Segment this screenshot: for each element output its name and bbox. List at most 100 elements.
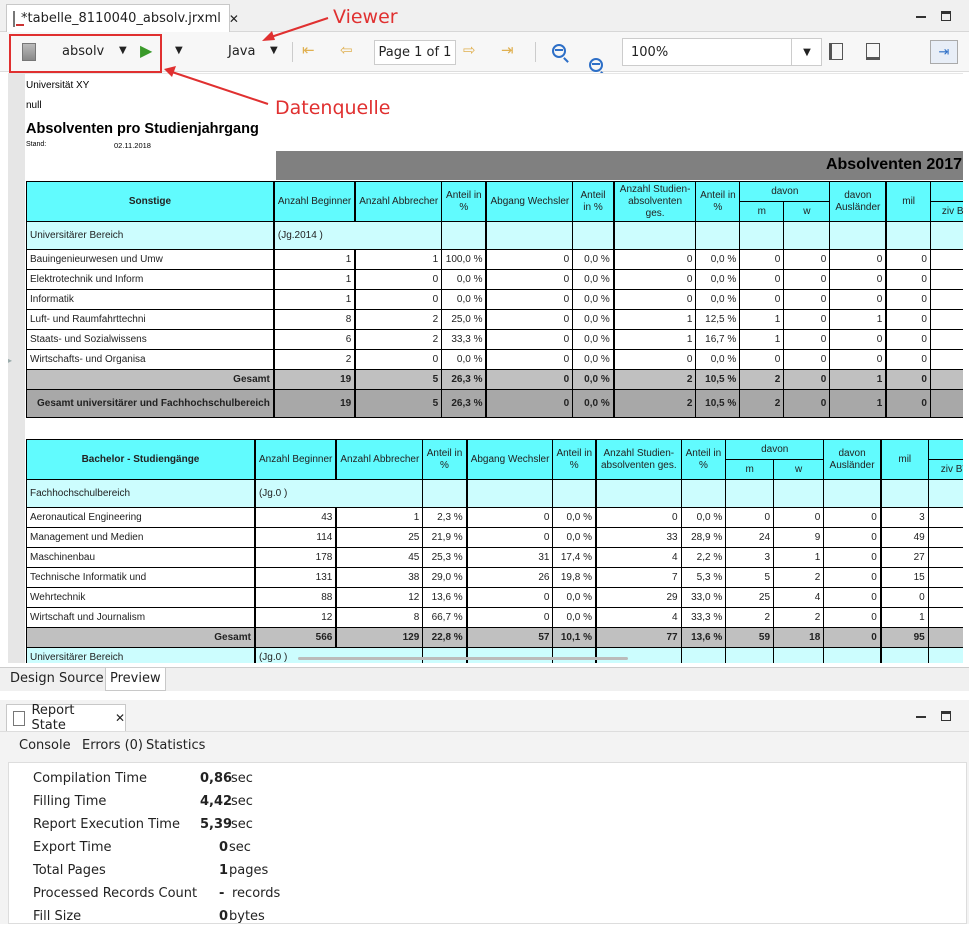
row-cell: 0,0 % (695, 269, 741, 290)
row-cell: 2 (773, 607, 825, 628)
tab-source[interactable]: Source (55, 668, 108, 691)
close-icon[interactable]: ✕ (115, 711, 125, 725)
row-cell: 0 (823, 587, 882, 608)
row-cell: 9 (773, 527, 825, 548)
grand-total-cell: 0,0 % (572, 389, 615, 418)
row-cell: 0 (823, 607, 882, 628)
table-row: Elektrotechnik und Inform 1 0 0,0 % 0 0,0 % 0 0… (25, 269, 963, 290)
row-cell: 0,0 % (572, 289, 615, 310)
header-anteil-3: Anteil in % (695, 181, 741, 222)
row-cell: 3 (725, 547, 775, 568)
row-cell: 4 (773, 587, 825, 608)
row-cell: 33 (595, 527, 682, 548)
table-row: Technische Informatik und 131 38 29,0 % 26 19… (25, 567, 963, 588)
tab-errors[interactable]: Errors (0) (82, 738, 143, 753)
report-state-panel: Report State ✕ Console Errors (0) Statis… (0, 700, 969, 924)
statistics-body: Compilation Time 0,86 sec Filling Time 4,42 s… (8, 762, 967, 924)
row-cell: 131 (253, 567, 337, 588)
row-cell: 178 (253, 547, 337, 568)
header-blank (929, 181, 963, 202)
total-cell: 0 (929, 369, 963, 390)
total-cell: 22,8 % (422, 627, 468, 648)
row-cell: 43 (253, 507, 337, 528)
grand-total-cell: 1 (829, 389, 887, 418)
viewer-arrow (267, 17, 329, 39)
header-section-label: Sonstige (25, 181, 275, 222)
row-cell: 0 (485, 249, 574, 270)
row-cell: 7 (595, 567, 682, 588)
row-cell: 1 (335, 507, 424, 528)
stat-label: Total Pages (33, 863, 106, 878)
row-name: Wirtschaft und Journalism (25, 607, 256, 628)
grand-total-cell: 0 (929, 389, 963, 418)
stat-row: Compilation Time 0,86 sec (33, 767, 433, 790)
report-state-title: Report State (31, 703, 75, 733)
stat-unit: bytes (229, 909, 265, 924)
row-cell: 0 (829, 349, 887, 370)
total-cell: 566 (253, 627, 337, 648)
row-cell: 0,0 % (441, 349, 487, 370)
row-cell: 25,3 % (422, 547, 468, 568)
row-name: Management und Medien (25, 527, 256, 548)
report-preview[interactable]: ▸ Universität XY null Absolventen pro St… (8, 73, 963, 663)
row-cell: 6 (272, 329, 356, 350)
row-cell: 0 (465, 507, 554, 528)
row-cell: 0 (929, 249, 963, 270)
row-cell: 2,3 % (422, 507, 468, 528)
row-name: Informatik (25, 289, 275, 310)
header-anzahl-beginner: Anzahl Beginner (272, 181, 356, 222)
minimize-icon[interactable] (915, 709, 927, 721)
stat-row: Report Execution Time 5,39 sec (33, 813, 433, 836)
row-cell: 29 (595, 587, 682, 608)
row-cell: 0 (739, 349, 785, 370)
row-name: Luft- und Raumfahrttechni (25, 309, 275, 330)
tab-statistics[interactable]: Statistics (146, 738, 205, 753)
row-name: Staats- und Sozialwissens (25, 329, 275, 350)
header-section-label: Bachelor - Studiengänge (25, 439, 256, 480)
row-cell: 3 (879, 507, 929, 528)
row-cell: 25 (725, 587, 775, 608)
tab-console[interactable]: Console (19, 738, 71, 753)
stat-row: Fill Size 0 bytes (33, 905, 433, 928)
row-cell: 0 (927, 547, 963, 568)
row-cell: 0,0 % (572, 249, 615, 270)
row-cell: 0 (929, 329, 963, 350)
row-cell: 33,3 % (680, 607, 727, 628)
header-blank (927, 439, 963, 460)
header-davon: davon (739, 181, 831, 202)
row-name: Bauingenieurwesen und Umw (25, 249, 275, 270)
horizontal-scrollbar[interactable] (298, 657, 628, 660)
stat-row: Total Pages 1 pages (33, 859, 433, 882)
row-cell: 0 (465, 527, 554, 548)
row-cell: 0 (829, 269, 887, 290)
row-cell: 4 (595, 607, 682, 628)
row-cell: 0 (354, 349, 443, 370)
header-mil: mil (885, 181, 931, 222)
subsection-jg: (Jg.0 ) (253, 479, 424, 508)
row-cell: 0 (927, 527, 963, 548)
stat-value: 0 (219, 840, 229, 855)
tab-preview[interactable]: Preview (105, 668, 166, 691)
row-cell: 8 (335, 607, 424, 628)
header-anzahl-beginner: Anzahl Beginner (253, 439, 337, 480)
row-cell: 19,8 % (552, 567, 597, 588)
tab-design[interactable]: Design (6, 668, 59, 691)
row-cell: 4 (595, 547, 682, 568)
table-row: Management und Medien 114 25 21,9 % 0 0,0 % 33… (25, 527, 963, 548)
header-davon-auslaender: davon Ausländer (823, 439, 882, 480)
stat-unit: sec (231, 794, 253, 809)
row-cell: 21,9 % (422, 527, 468, 548)
header-abgang-wechsler: Abgang Wechsler (465, 439, 554, 480)
maximize-icon[interactable] (940, 710, 952, 722)
subsection-label: Universitärer Bereich (25, 221, 275, 250)
stat-value: - (219, 886, 225, 901)
report-stand-date: 02.11.2018 (114, 141, 151, 150)
row-cell: 17,4 % (552, 547, 597, 568)
report-state-tab[interactable]: Report State ✕ (6, 703, 126, 733)
report-state-icon (13, 710, 26, 726)
grand-total-cell: 0 (783, 389, 831, 418)
row-cell: 0,0 % (572, 309, 615, 330)
table-row: Wirtschafts- und Organisa 2 0 0,0 % 0 0,0 % 0 0… (25, 349, 963, 370)
row-cell: 13,6 % (422, 587, 468, 608)
report-banner-title: Absolventen 2017 (825, 156, 962, 173)
